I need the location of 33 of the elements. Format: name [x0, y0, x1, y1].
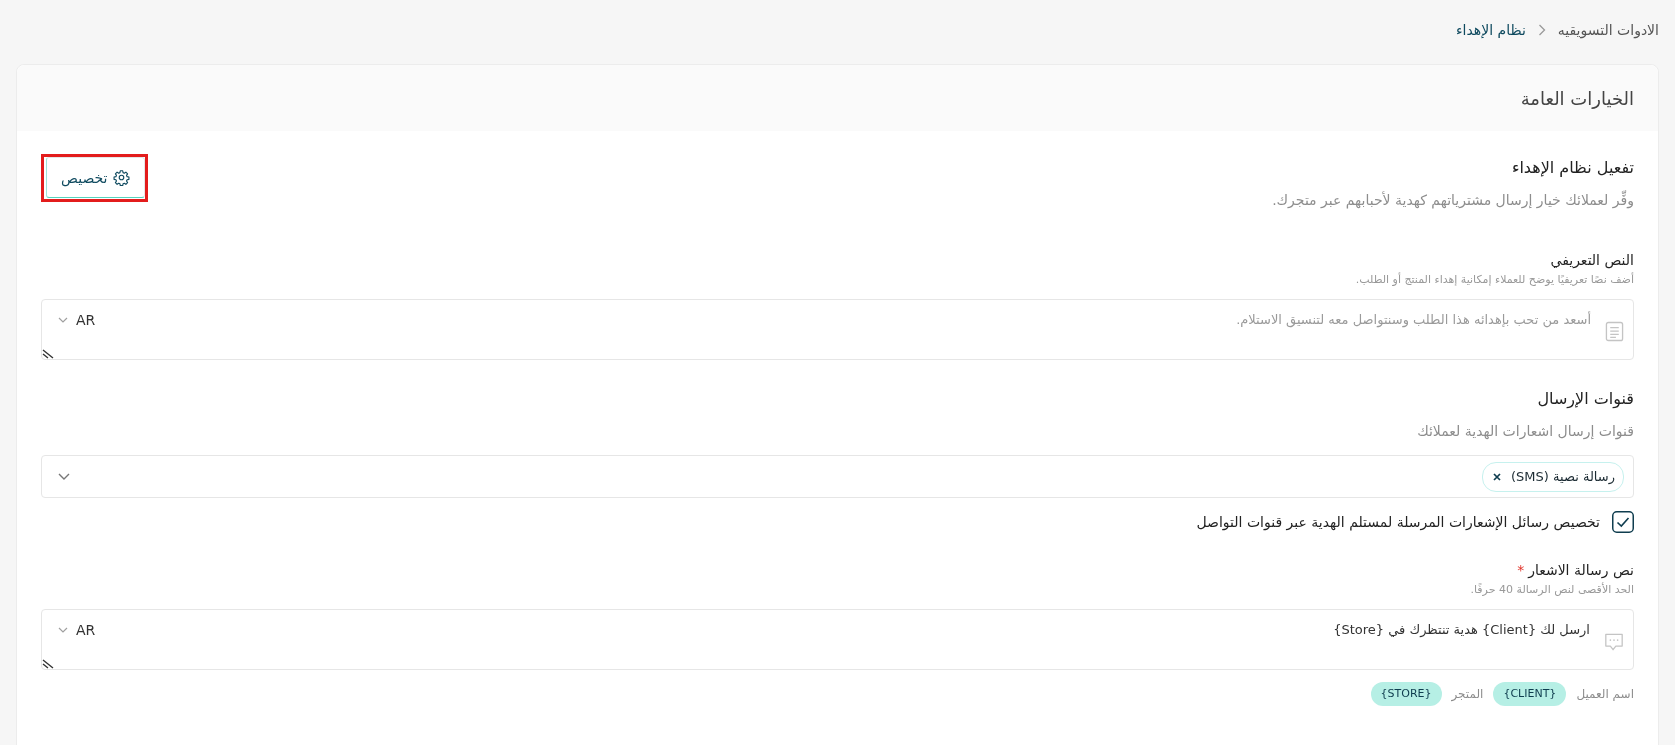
field-hint: أضف نصًا تعريفيًا يوضح للعملاء إمكانية إهداء المنتج أو الطلب.	[1354, 272, 1634, 288]
chat-bubble-icon	[1604, 631, 1624, 652]
variable-tag[interactable]: {CLIENT}	[1493, 682, 1567, 706]
field-label: نص رسالة الاشعار	[1528, 561, 1634, 579]
chevron-down-icon	[58, 317, 68, 323]
section-description: قنوات إرسال اشعارات الهدية لعملائك	[1416, 422, 1634, 441]
chevron-down-icon	[58, 627, 68, 633]
customize-button[interactable]: تخصيص	[46, 157, 146, 198]
variable-label: المتجر	[1451, 687, 1484, 701]
breadcrumb-item[interactable]: نظام الإهداء	[1455, 22, 1526, 38]
variable-label: اسم العميل	[1576, 687, 1634, 701]
required-mark: *	[1517, 561, 1525, 579]
chevron-icon	[1537, 24, 1546, 36]
resize-grip-icon[interactable]	[42, 349, 54, 359]
resize-grip-icon[interactable]	[42, 659, 54, 669]
field-label: النص التعريفي	[1550, 251, 1634, 269]
language-dropdown[interactable]: AR	[54, 310, 100, 330]
checkbox-label[interactable]: تخصيص رسائل الإشعارات المرسلة لمستلم الهدية عبر قنوات التواصل	[1196, 514, 1600, 530]
field-hint: الحد الأقصى لنص الرسالة 40 حرفًا.	[1469, 582, 1634, 598]
chevron-down-icon	[58, 473, 70, 480]
section-title: قنوات الإرسال	[1536, 388, 1634, 410]
card-title: الخيارات العامة	[1520, 87, 1634, 109]
language-dropdown[interactable]: AR	[54, 620, 100, 640]
variable-tag[interactable]: {STORE}	[1370, 682, 1442, 706]
channel-select[interactable]: رسالة نصية (SMS)	[41, 455, 1634, 498]
document-icon	[1605, 321, 1624, 342]
breadcrumb-item[interactable]: الادوات التسويقيه	[1557, 22, 1659, 38]
checkbox[interactable]	[1612, 511, 1634, 533]
channel-tag[interactable]: رسالة نصية (SMS)	[1482, 461, 1624, 492]
section-description: وفِّر لعملائك خيار إرسال مشترياتهم كهدية لأحبابهم عبر متجرك.	[1272, 190, 1634, 210]
close-icon[interactable]	[1493, 472, 1501, 481]
settings-icon	[113, 169, 131, 186]
section-title: تفعيل نظام الإهداء	[1510, 157, 1634, 179]
